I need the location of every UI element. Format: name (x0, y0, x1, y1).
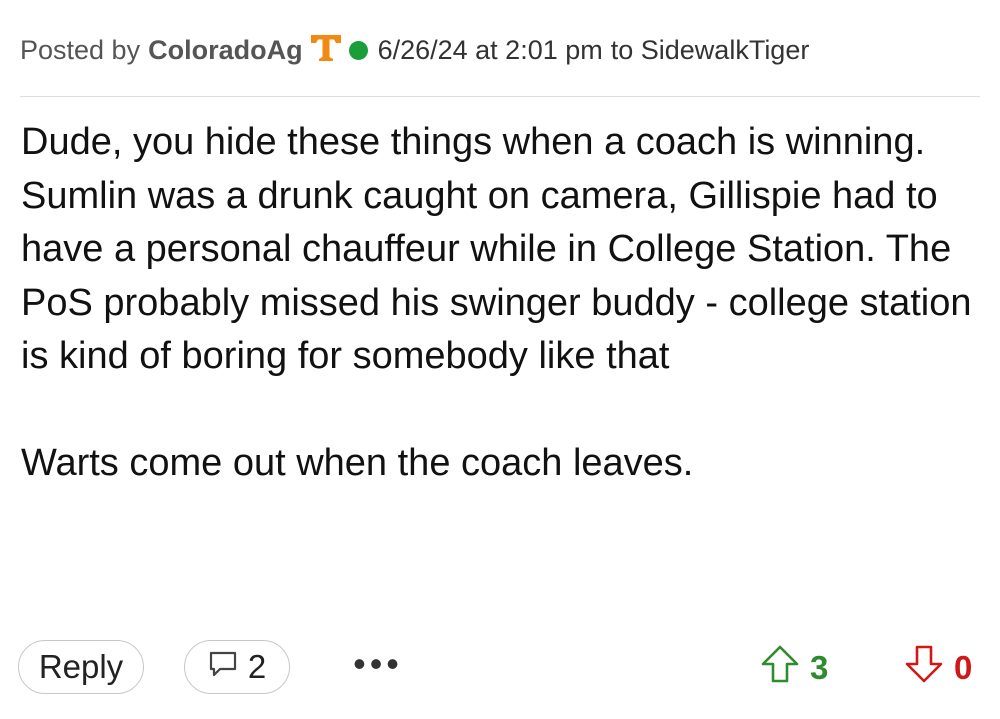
reply-button-label: Reply (38, 648, 124, 685)
ellipsis-icon: ••• (353, 643, 403, 684)
reply-to-link[interactable]: to SidewalkTiger (611, 35, 810, 66)
post-timestamp[interactable]: 6/26/24 at 2:01 pm (378, 35, 603, 66)
more-options-button[interactable]: ••• (348, 643, 408, 684)
posted-by-label: Posted by (20, 34, 141, 65)
downvote-button[interactable]: 0 (904, 644, 973, 692)
tennessee-power-t-icon (309, 33, 343, 63)
up-arrow-outline-icon (760, 644, 800, 692)
comments-button[interactable]: 2 (184, 640, 290, 694)
speech-bubble-icon (208, 648, 238, 686)
post-header: Posted by ColoradoAg 6/26/24 at 2:01 pm … (20, 30, 980, 70)
reply-button[interactable]: Reply (18, 640, 144, 694)
post-paragraph: Dude, you hide these things when a coach… (21, 121, 972, 377)
down-arrow-outline-icon (904, 644, 944, 692)
downvote-count: 0 (954, 649, 973, 686)
upvote-count: 3 (810, 649, 829, 686)
header-divider (20, 96, 980, 97)
online-status-icon (348, 40, 368, 60)
upvote-button[interactable]: 3 (760, 644, 829, 692)
username-link[interactable]: ColoradoAg (148, 35, 303, 66)
post-actions: Reply 2 ••• 3 0 (18, 640, 980, 698)
post-paragraph: Warts come out when the coach leaves. (21, 442, 694, 484)
post-body: Dude, you hide these things when a coach… (21, 116, 981, 491)
comment-count: 2 (247, 648, 267, 685)
